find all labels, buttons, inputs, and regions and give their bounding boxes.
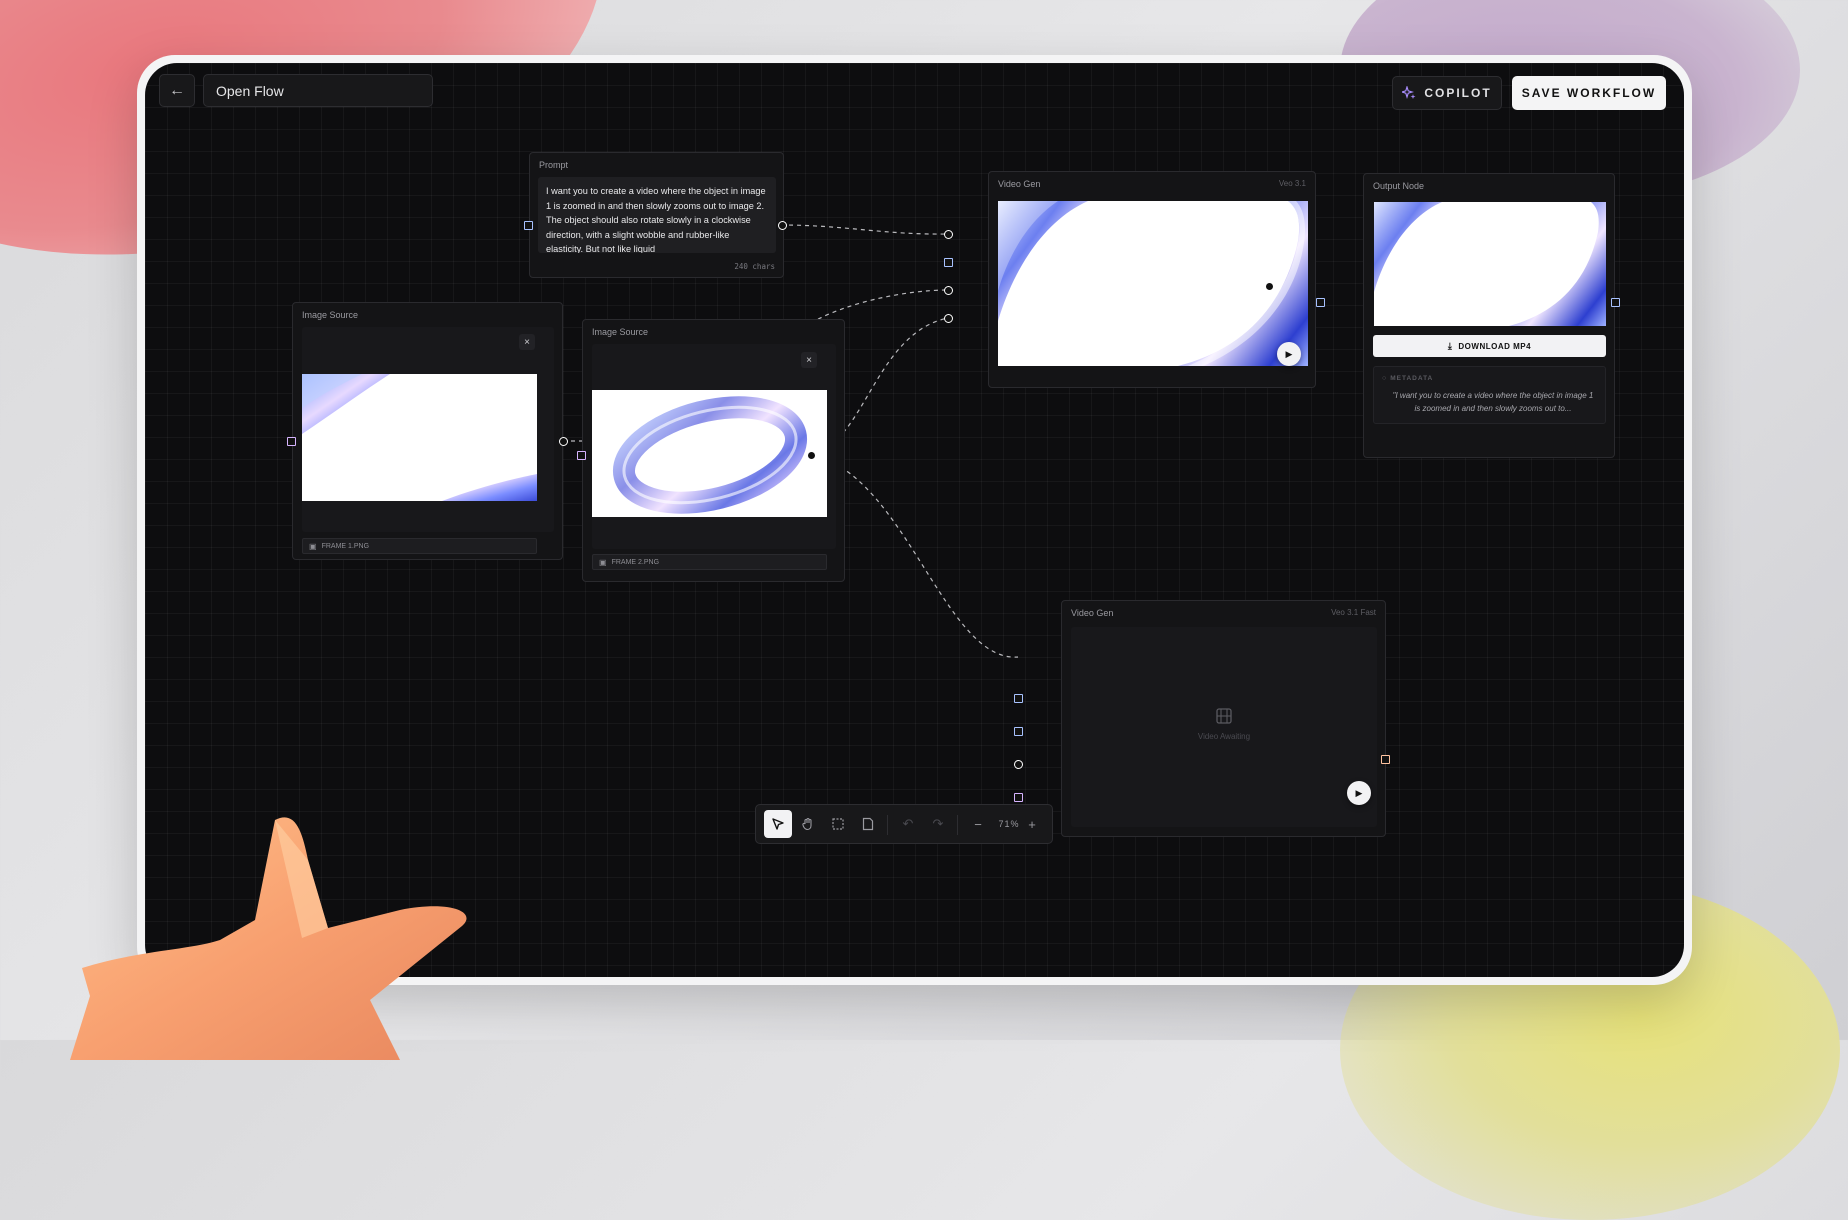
zoom-out-icon: − bbox=[974, 816, 982, 832]
image-2-input-handle[interactable] bbox=[577, 451, 586, 460]
info-icon: ○ bbox=[1382, 375, 1387, 382]
prompt-text: I want you to create a video where the o… bbox=[546, 186, 766, 253]
file-tag: ▣ FRAME 1.PNG bbox=[302, 538, 537, 554]
node-title: Video Gen bbox=[1071, 608, 1114, 618]
canvas-toolbar: ↶ ↷ − 71% + bbox=[755, 804, 1053, 844]
close-icon: × bbox=[524, 336, 530, 348]
image-source-node-1[interactable]: Image Source × ▣ FRAME 1.PNG bbox=[292, 302, 563, 560]
remove-image-button[interactable]: × bbox=[519, 334, 535, 350]
download-icon: ⤓ bbox=[1447, 340, 1453, 351]
model-label: Veo 3.1 Fast bbox=[1331, 608, 1376, 617]
frame-1-image bbox=[302, 374, 537, 501]
video-awaiting-text: Video Awaiting bbox=[1197, 732, 1251, 741]
video-gen-2-handle-4[interactable] bbox=[1014, 793, 1023, 802]
image-source-node-2[interactable]: Image Source × ▣ FRAME 2.PNG bbox=[582, 319, 845, 582]
hand-icon bbox=[802, 817, 812, 831]
video-gen-1-output-handle[interactable] bbox=[1265, 282, 1274, 291]
download-label: DOWNLOAD MP4 bbox=[1458, 341, 1532, 351]
undo-icon: ↶ bbox=[902, 816, 914, 831]
prompt-node[interactable]: Prompt I want you to create a video wher… bbox=[529, 152, 784, 278]
metadata-text: "I want you to create a video where the … bbox=[1392, 391, 1594, 413]
save-workflow-label: SAVE WORKFLOW bbox=[1521, 86, 1657, 100]
file-name: FRAME 1.PNG bbox=[321, 542, 370, 550]
copilot-label: COPILOT bbox=[1424, 86, 1492, 100]
file-tag: ▣ FRAME 2.PNG bbox=[592, 554, 827, 570]
video-gen-1-prompt-handle[interactable] bbox=[944, 230, 953, 239]
edge-prompt-to-videogen bbox=[780, 224, 949, 235]
copilot-button[interactable]: COPILOT bbox=[1392, 76, 1502, 110]
node-title: Output Node bbox=[1373, 181, 1425, 191]
toolbar-divider bbox=[957, 815, 958, 835]
model-label: Veo 3.1 bbox=[1278, 179, 1306, 188]
image-file-icon: ▣ bbox=[599, 557, 607, 567]
video-preview bbox=[998, 201, 1308, 366]
video-placeholder: Video Awaiting bbox=[1071, 627, 1377, 827]
sparkle-icon bbox=[1402, 86, 1416, 99]
note-icon bbox=[862, 817, 874, 831]
video-gen-1-input-handle[interactable] bbox=[944, 258, 953, 267]
video-gen-1-image-b-handle[interactable] bbox=[944, 314, 953, 323]
marquee-icon bbox=[832, 818, 844, 830]
image-1-output-handle[interactable] bbox=[559, 437, 568, 446]
redo-button[interactable]: ↷ bbox=[924, 810, 952, 838]
flow-name-text: Open Flow bbox=[216, 82, 284, 99]
undo-button[interactable]: ↶ bbox=[894, 810, 922, 838]
zoom-level-text: 71% bbox=[998, 819, 1020, 829]
video-gen-node-2[interactable]: Video Gen Veo 3.1 Fast Video Awaiting ▶ bbox=[1061, 600, 1386, 837]
select-icon bbox=[772, 818, 784, 830]
video-gen-2-handle-1[interactable] bbox=[1014, 694, 1023, 703]
output-input-handle[interactable] bbox=[1316, 298, 1325, 307]
video-gen-2-image-handle[interactable] bbox=[1014, 760, 1023, 769]
char-count: 240 chars bbox=[734, 262, 775, 271]
node-title: Video Gen bbox=[998, 179, 1041, 189]
back-button[interactable]: ← bbox=[159, 74, 195, 107]
save-workflow-button[interactable]: SAVE WORKFLOW bbox=[1512, 76, 1666, 110]
video-gen-1-image-a-handle[interactable] bbox=[944, 286, 953, 295]
film-icon bbox=[1216, 708, 1232, 724]
node-title: Image Source bbox=[302, 310, 359, 320]
node-title: Image Source bbox=[592, 327, 649, 337]
flow-name-field[interactable]: Open Flow bbox=[203, 74, 433, 107]
output-node[interactable]: Output Node ⤓ DOWNLOAD MP4 ○ METADATA "I… bbox=[1363, 173, 1615, 458]
node-title: Prompt bbox=[539, 160, 569, 170]
play-icon: ▶ bbox=[1285, 348, 1293, 359]
play-button[interactable]: ▶ bbox=[1277, 342, 1301, 366]
zoom-in-button[interactable]: + bbox=[1018, 810, 1046, 838]
arrow-left-icon: ← bbox=[169, 81, 185, 99]
play-button[interactable]: ▶ bbox=[1347, 781, 1371, 805]
close-icon: × bbox=[806, 354, 812, 366]
marquee-tool-button[interactable] bbox=[824, 810, 852, 838]
frame-2-image bbox=[592, 390, 827, 517]
prompt-output-handle[interactable] bbox=[778, 221, 787, 230]
video-gen-2-handle-2[interactable] bbox=[1014, 727, 1023, 736]
file-name: FRAME 2.PNG bbox=[611, 558, 660, 566]
zoom-out-button[interactable]: − bbox=[964, 810, 992, 838]
metadata-panel: ○ METADATA "I want you to create a video… bbox=[1373, 366, 1606, 424]
redo-icon: ↷ bbox=[932, 816, 944, 831]
video-gen-2-output-handle[interactable] bbox=[1381, 755, 1390, 764]
toolbar-divider bbox=[887, 815, 888, 835]
output-output-handle[interactable] bbox=[1611, 298, 1620, 307]
metadata-label: METADATA bbox=[1390, 375, 1434, 382]
hand-tool-button[interactable] bbox=[794, 810, 822, 838]
select-tool-button[interactable] bbox=[764, 810, 792, 838]
video-gen-node-1[interactable]: Video Gen Veo 3.1 ▶ bbox=[988, 171, 1316, 388]
note-tool-button[interactable] bbox=[854, 810, 882, 838]
decorative-star-shape bbox=[70, 817, 467, 1060]
image-file-icon: ▣ bbox=[309, 541, 317, 551]
image-2-output-handle[interactable] bbox=[807, 451, 816, 460]
prompt-textarea[interactable]: I want you to create a video where the o… bbox=[538, 177, 776, 253]
download-mp4-button[interactable]: ⤓ DOWNLOAD MP4 bbox=[1373, 335, 1606, 357]
image-1-input-handle[interactable] bbox=[287, 437, 296, 446]
remove-image-button[interactable]: × bbox=[801, 352, 817, 368]
play-icon: ▶ bbox=[1355, 787, 1363, 798]
zoom-in-icon: + bbox=[1028, 816, 1036, 832]
prompt-input-handle[interactable] bbox=[524, 221, 533, 230]
output-preview bbox=[1374, 202, 1606, 326]
